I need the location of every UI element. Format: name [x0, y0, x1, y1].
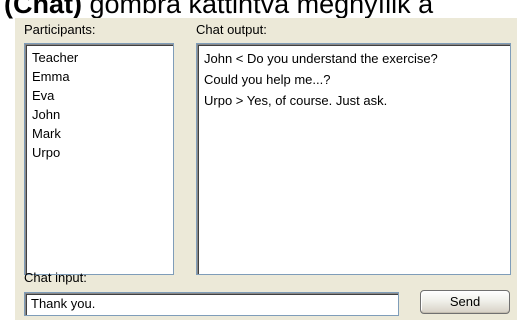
document-caption: (Chat) gombra kattintva megnyílik a — [4, 0, 433, 20]
participant-item-john[interactable]: John — [25, 105, 173, 124]
chat-window: Participants: Teacher Emma Eva John Mark… — [15, 18, 517, 320]
chat-message: John < Do you understand the exercise? — [204, 51, 438, 66]
participant-item-urpo[interactable]: Urpo — [25, 143, 173, 162]
participant-item-eva[interactable]: Eva — [25, 86, 173, 105]
chat-input-label: Chat input: — [24, 270, 87, 285]
participant-item-teacher[interactable]: Teacher — [25, 48, 173, 67]
participants-label: Participants: — [24, 22, 96, 37]
participants-list[interactable]: Teacher Emma Eva John Mark Urpo — [24, 43, 174, 275]
chat-message: Could you help me...? — [204, 72, 331, 87]
participant-item-emma[interactable]: Emma — [25, 67, 173, 86]
chat-output-area[interactable]: John < Do you understand the exercise? C… — [196, 43, 511, 275]
caption-text: gombra kattintva megnyílik a — [81, 0, 434, 19]
chat-message: Urpo > Yes, of course. Just ask. — [204, 93, 388, 108]
chat-input-field[interactable]: Thank you. — [24, 292, 399, 316]
caption-bold-text: (Chat) — [4, 0, 82, 19]
send-button[interactable]: Send — [420, 290, 510, 314]
chat-output-label: Chat output: — [196, 22, 267, 37]
participant-item-mark[interactable]: Mark — [25, 124, 173, 143]
